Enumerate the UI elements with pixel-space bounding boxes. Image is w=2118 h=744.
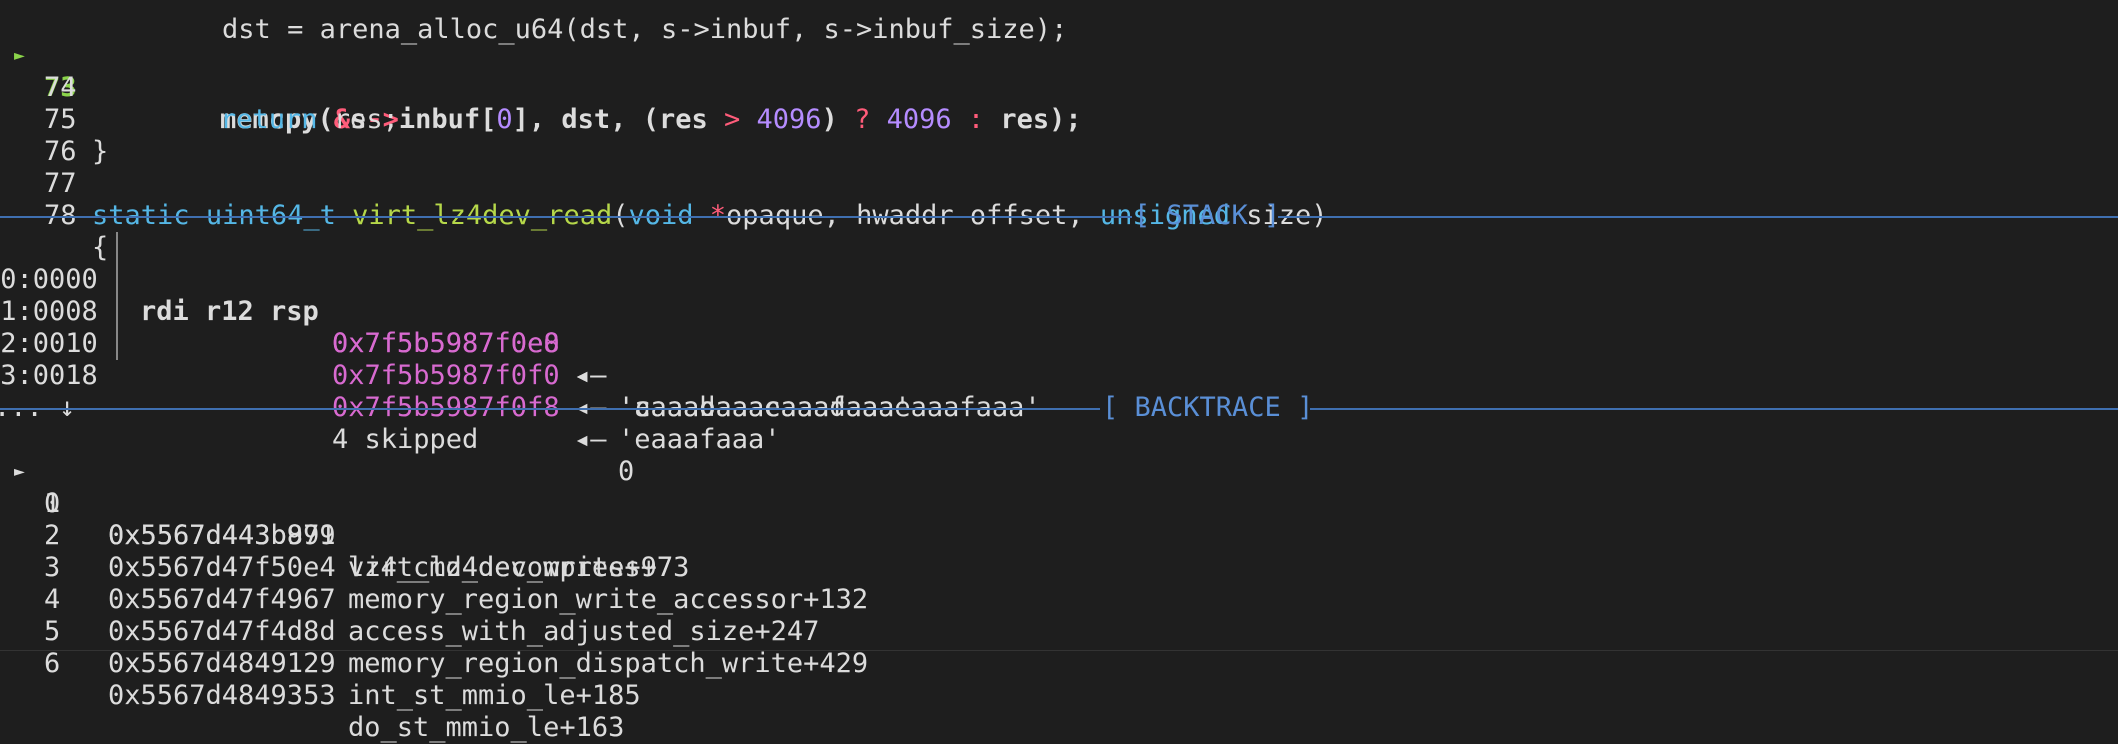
stack-section-header: [ STACK ] [0, 200, 2118, 232]
frame-symbol: virt_lz4dev_write+97 [348, 552, 674, 583]
frame-symbol: memory_region_dispatch_write+429 [348, 648, 869, 679]
code-line-76: 76 [0, 104, 77, 167]
separator-rule [0, 408, 1100, 410]
skipped-count: 4 skipped [332, 424, 479, 455]
stack-row: 02:0010 0x7f5b5987f0f0 ◂— 'eaaafaaa' [0, 296, 781, 455]
stack-value: 0 [618, 456, 635, 487]
stack-row: 00:0000 rdi r12 rsp 0x7f5b5987f0e0 ◂— 'a… [0, 232, 1041, 423]
section-title: [ STACK ] [1134, 200, 1281, 231]
backtrace-frame[interactable]: 1 0x5567d443b991 virt_lz4dev_write+97 [0, 456, 673, 583]
stack-row: 03:0018 0x7f5b5987f0f8 ◂— 0 [0, 328, 634, 487]
code-text: return res; [220, 104, 399, 135]
stack-divider [116, 232, 118, 360]
frame-symbol: memory_region_write_accessor+132 [348, 584, 869, 615]
code-line-77: 77 static uint64_t virt_lz4dev_read(void… [0, 136, 1328, 231]
frame-symbol: access_with_adjusted_size+247 [348, 616, 820, 647]
stack-address: 0x7f5b5987f0e8 [332, 328, 560, 359]
separator-rule [0, 216, 1132, 218]
frame-index: 3 [44, 552, 61, 583]
line-number: 75 [44, 104, 77, 135]
backtrace-frame[interactable]: 4 0x5567d47f4d8d memory_region_dispatch_… [0, 552, 868, 679]
code-line-75: 75 } [0, 72, 108, 167]
section-title: [ BACKTRACE ] [1102, 392, 1314, 423]
code-text: { [92, 232, 109, 263]
stack-registers: rdi r12 rsp [140, 296, 319, 327]
stack-arrow: ◂— [574, 360, 607, 391]
code-line-73: ► 73 memcpy(&s->inbuf[0], dst, (res > 40… [0, 8, 1082, 135]
frame-index: 2 [44, 520, 61, 551]
frame-index: 6 [44, 648, 61, 679]
stack-skip-row: ... ↓ 4 skipped [0, 360, 478, 455]
code-text: } [92, 136, 109, 167]
backtrace-frame[interactable]: 6 0x5567d4849353 do_st_mmio_le+163 [0, 616, 624, 743]
frame-index: 1 [44, 488, 61, 519]
frame-address: 0x5567d47f4967 [108, 584, 336, 615]
frame-index: 5 [44, 616, 61, 647]
line-number: 77 [44, 168, 77, 199]
stack-arrow: ◂— [574, 424, 607, 455]
line-number: 76 [44, 136, 77, 167]
separator-rule [1278, 216, 2118, 218]
separator-rule [1310, 408, 2118, 410]
code-partial-text: dst = arena_alloc_u64(dst, s->inbuf, s->… [92, 14, 1068, 45]
stack-row: 01:0008 0x7f5b5987f0e8 ◂— 'caaadaaaeaaaf… [0, 264, 911, 423]
frame-address: 0x5567d47f50e4 [108, 552, 336, 583]
stack-address: 0x7f5b5987f0f0 [332, 360, 560, 391]
backtrace-frame[interactable]: 2 0x5567d47f50e4 memory_region_write_acc… [0, 488, 868, 615]
frame-address: 0x5567d443b991 [108, 520, 336, 551]
backtrace-frame[interactable]: ► 0 0x5567d443b879 lz4_cmd_decompress+73 [0, 424, 689, 583]
frame-symbol: int_st_mmio_le+185 [348, 680, 641, 711]
frame-index: 4 [44, 584, 61, 615]
code-line-78: 78 { [0, 168, 108, 263]
terminal-bottom-edge [0, 650, 2118, 651]
frame-address: 0x5567d4849353 [108, 680, 336, 711]
line-number: 74 [44, 72, 77, 103]
code-line-74: 74 return res; [0, 40, 399, 135]
frame-symbol: do_st_mmio_le+163 [348, 712, 625, 743]
backtrace-section-header: [ BACKTRACE ] [0, 392, 2118, 424]
stack-value: 'eaaafaaa' [618, 424, 781, 455]
frame-address: 0x5567d4849129 [108, 648, 336, 679]
backtrace-frame[interactable]: 5 0x5567d4849129 int_st_mmio_le+185 [0, 584, 641, 711]
frame-address: 0x5567d47f4d8d [108, 616, 336, 647]
backtrace-frame[interactable]: 3 0x5567d47f4967 access_with_adjusted_si… [0, 520, 819, 647]
